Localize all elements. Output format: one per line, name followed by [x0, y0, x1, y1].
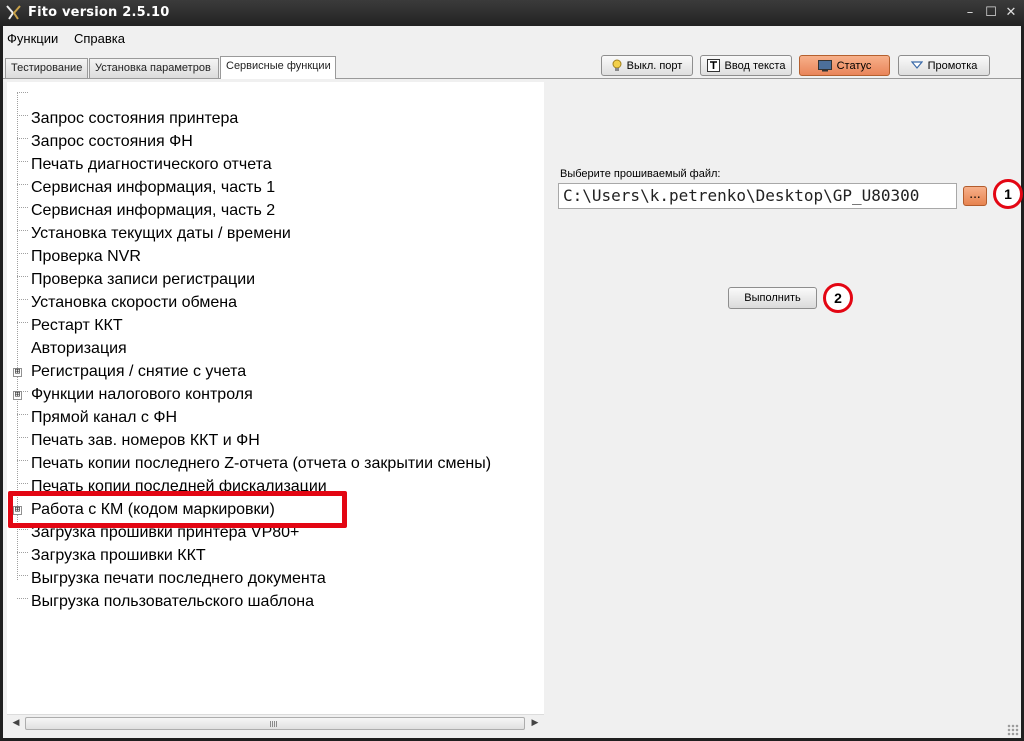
tree-connector: [17, 161, 28, 162]
tab-service-functions[interactable]: Сервисные функции: [220, 56, 336, 79]
tree-item-kkt-firmware[interactable]: Загрузка прошивки ККТ: [31, 546, 206, 569]
tree-item-tax-control[interactable]: Функции налогового контроля: [31, 385, 253, 408]
port-off-label: Выкл. порт: [626, 59, 683, 72]
text-input-button[interactable]: Ввод текста: [700, 55, 792, 76]
resize-grip-icon[interactable]: [1007, 724, 1019, 736]
close-button[interactable]: ✕: [1001, 4, 1021, 22]
tree-item-diagnostic-report[interactable]: Печать диагностического отчета: [31, 155, 272, 178]
tree-connector: [17, 414, 28, 415]
tree-connector: [17, 322, 28, 323]
status-button[interactable]: Статус: [799, 55, 890, 76]
monitor-icon: [817, 59, 832, 72]
app-logo-icon: [6, 5, 21, 20]
firmware-file-path-input[interactable]: C:\Users\k.petrenko\Desktop\GP_U80300: [558, 183, 957, 209]
tab-parameters[interactable]: Установка параметров: [89, 58, 219, 78]
tree-connector: [17, 529, 28, 530]
tree-connector: [17, 575, 28, 576]
tree-connector: [17, 598, 28, 599]
tab-testing[interactable]: Тестирование: [5, 58, 88, 78]
tree-item-baud-rate[interactable]: Установка скорости обмена: [31, 293, 237, 316]
tree-item-z-report-copy[interactable]: Печать копии последнего Z-отчета (отчета…: [31, 454, 491, 477]
tree-connector: [17, 230, 28, 231]
tree-item-service-info-1[interactable]: Сервисная информация, часть 1: [31, 178, 275, 201]
highlight-box-printer-firmware: [8, 491, 347, 528]
app-window: Fito version 2.5.10 – ☐ ✕ Функции Справк…: [0, 0, 1024, 741]
tree-connector: [17, 253, 28, 254]
tree-connector: [17, 552, 28, 553]
tree-connector: [17, 483, 28, 484]
tree-item-direct-channel[interactable]: Прямой канал с ФН: [31, 408, 177, 431]
grip-icon: [270, 721, 278, 727]
browse-button[interactable]: ...: [963, 186, 987, 206]
text-icon: [706, 59, 720, 72]
menu-bar: Функции Справка: [3, 26, 1021, 50]
expand-icon[interactable]: ⊞: [13, 368, 22, 377]
tree-item-authorization[interactable]: Авторизация: [31, 339, 127, 362]
tree-connector: [17, 207, 28, 208]
chevron-down-icon: [910, 61, 923, 70]
maximize-button[interactable]: ☐: [981, 4, 1001, 22]
tree-item-nvr-check[interactable]: Проверка NVR: [31, 247, 141, 270]
tree-item-fn-status[interactable]: Запрос состояния ФН: [31, 132, 193, 155]
feed-button[interactable]: Промотка: [898, 55, 990, 76]
status-label: Статус: [836, 59, 872, 72]
menu-help[interactable]: Справка: [74, 31, 125, 46]
scroll-left-icon[interactable]: ◀: [8, 716, 24, 731]
expand-icon[interactable]: ⊞: [13, 391, 22, 400]
execute-button[interactable]: Выполнить: [728, 287, 817, 309]
tree-item-restart[interactable]: Рестарт ККТ: [31, 316, 123, 339]
tree-connector: [17, 437, 28, 438]
tree-item-service-info-2[interactable]: Сервисная информация, часть 2: [31, 201, 275, 224]
window-title: Fito version 2.5.10: [28, 5, 170, 20]
tree-item-registration[interactable]: Регистрация / снятие с учета: [31, 362, 246, 385]
title-bar: Fito version 2.5.10 – ☐ ✕: [0, 0, 1024, 26]
tree-connector: [17, 460, 28, 461]
tree-horizontal-scrollbar[interactable]: ◀ ▶: [7, 714, 544, 731]
minimize-button[interactable]: –: [960, 4, 980, 22]
tree-item-printer-status[interactable]: Запрос состояния принтера: [31, 109, 238, 132]
service-functions-tree[interactable]: ⊞ ⊞ ⊞ Запрос состояния принтера Запрос с…: [7, 82, 544, 714]
text-input-label: Ввод текста: [724, 59, 786, 72]
menu-functions[interactable]: Функции: [7, 31, 58, 46]
tree-connector: [17, 299, 28, 300]
tree-connector: [17, 115, 28, 116]
scroll-right-icon[interactable]: ▶: [527, 716, 543, 731]
tree-connector: [17, 138, 28, 139]
tree-connector: [17, 92, 28, 93]
client-area: Функции Справка Тестирование Установка п…: [3, 26, 1023, 738]
file-select-label: Выберите прошиваемый файл:: [560, 168, 721, 180]
tree-item-serial-numbers[interactable]: Печать зав. номеров ККТ и ФН: [31, 431, 260, 454]
tree-item-registration-check[interactable]: Проверка записи регистрации: [31, 270, 255, 293]
tree-item-user-template[interactable]: Выгрузка пользовательского шаблона: [31, 592, 314, 615]
callout-step-1: 1: [993, 179, 1023, 209]
callout-step-2: 2: [823, 283, 853, 313]
tree-item-last-document[interactable]: Выгрузка печати последнего документа: [31, 569, 326, 592]
lightbulb-icon: [612, 59, 622, 72]
tree-connector: [17, 184, 28, 185]
tree-item-set-datetime[interactable]: Установка текущих даты / времени: [31, 224, 291, 247]
port-off-button[interactable]: Выкл. порт: [601, 55, 693, 76]
scroll-thumb[interactable]: [25, 717, 525, 730]
feed-label: Промотка: [927, 59, 978, 72]
firmware-panel: Выберите прошиваемый файл: C:\Users\k.pe…: [544, 82, 1023, 734]
tree-connector: [17, 276, 28, 277]
